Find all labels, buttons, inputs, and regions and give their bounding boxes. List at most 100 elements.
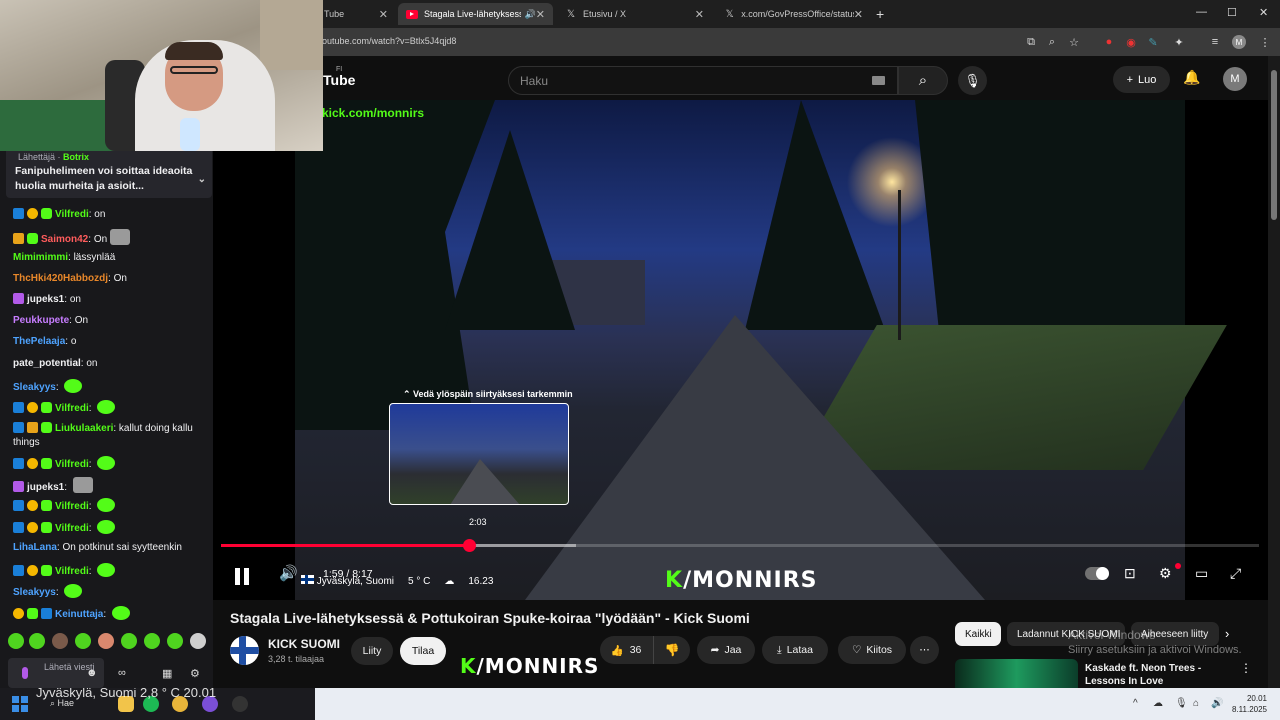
network-icon[interactable]: ⌂ [1193, 698, 1199, 709]
channel-name[interactable]: KICK SUOMI [268, 637, 340, 651]
zoom-icon[interactable]: ⌕ [1045, 35, 1059, 49]
extension-icon[interactable]: ● [1102, 35, 1116, 49]
chip-all[interactable]: Kaikki [955, 622, 1001, 646]
chat-badge-icon[interactable] [27, 522, 38, 533]
tab-x-home[interactable]: 𝕏 Etusivu / X ✕ [557, 3, 712, 25]
chevron-up-icon[interactable]: ^ [1133, 698, 1138, 709]
chat-badge-icon[interactable] [13, 458, 24, 469]
volume-icon[interactable]: 🔊 [279, 564, 298, 582]
puzzle-icon[interactable]: ✦ [1172, 35, 1186, 49]
chat-badge-icon[interactable] [13, 522, 24, 533]
menu-icon[interactable]: ⋮ [1258, 35, 1272, 49]
pinned-message[interactable]: Lähettäjä · Botrix Fanipuhelimeen voi so… [6, 146, 212, 198]
emote-icon[interactable] [144, 633, 160, 649]
maximize-icon[interactable]: ☐ [1227, 6, 1237, 19]
chat-username[interactable]: Vilfredi [55, 501, 89, 512]
chat-badge-icon[interactable] [27, 422, 38, 433]
emote-icon[interactable] [75, 633, 91, 649]
speaker-icon[interactable]: 🔊 [525, 9, 536, 20]
chat-username[interactable]: Vilfredi [55, 403, 89, 414]
keyboard-icon[interactable] [872, 76, 885, 85]
chat-badge-icon[interactable] [27, 233, 38, 244]
chat-badge-icon[interactable] [41, 522, 52, 533]
chevron-down-icon[interactable]: ⌄ [198, 172, 206, 187]
emoji-icon[interactable]: ☻ [86, 667, 98, 679]
chat-badge-icon[interactable] [27, 500, 38, 511]
youtube-logo[interactable]: Tube [323, 72, 355, 88]
app-icon[interactable] [232, 696, 248, 712]
onedrive-icon[interactable]: ☁ [1153, 698, 1163, 709]
close-icon[interactable]: ✕ [695, 8, 704, 21]
bookmark-star-icon[interactable]: ☆ [1067, 35, 1081, 49]
chat-badge-icon[interactable] [13, 208, 24, 219]
system-clock[interactable]: 20.01 8.11.2025 [1232, 693, 1267, 715]
chat-username[interactable]: Vilfredi [55, 566, 89, 577]
chat-badge-icon[interactable] [41, 208, 52, 219]
recommended-thumbnail[interactable] [955, 659, 1078, 688]
chat-badge-icon[interactable] [13, 481, 24, 492]
chat-badge-icon[interactable] [27, 565, 38, 576]
close-window-icon[interactable]: ✕ [1259, 6, 1268, 19]
chat-badge-icon[interactable] [13, 422, 24, 433]
join-button[interactable]: Liity [351, 637, 393, 665]
chat-badge-icon[interactable] [13, 233, 24, 244]
avatar[interactable]: M [1223, 67, 1247, 91]
tab-x-status[interactable]: 𝕏 x.com/GovPressOffice/status/1! ✕ [716, 3, 871, 25]
pause-button[interactable] [231, 565, 253, 587]
chat-username[interactable]: jupeks1 [27, 294, 64, 305]
chat-username[interactable]: Sleakyys [13, 587, 56, 598]
chat-username[interactable]: Sleakyys [13, 382, 56, 393]
theater-mode-icon[interactable]: ▭ [1195, 565, 1208, 582]
emote-icon[interactable] [121, 633, 137, 649]
chat-badge-icon[interactable] [13, 500, 24, 511]
video-player[interactable]: ⌃ Vedä ylöspäin siirtyäksesi tarkemmin 2… [213, 100, 1268, 600]
emote-icon[interactable] [8, 633, 24, 649]
extension-icon[interactable]: ◉ [1124, 35, 1138, 49]
chat-badge-icon[interactable] [13, 565, 24, 576]
more-actions-button[interactable]: ⋯ [910, 636, 939, 664]
reading-list-icon[interactable]: ≡ [1208, 35, 1222, 49]
minimize-icon[interactable]: — [1196, 6, 1207, 18]
scrubber-handle[interactable] [463, 539, 477, 552]
emote-icon[interactable] [29, 633, 45, 649]
gear-icon[interactable]: ⚙ [1159, 565, 1172, 582]
chat-badge-icon[interactable] [41, 422, 52, 433]
chat-badge-icon[interactable] [27, 402, 38, 413]
page-scrollbar[interactable] [1268, 56, 1280, 688]
dislike-button[interactable]: 👎 [653, 636, 690, 664]
like-button[interactable]: 👍 36 [600, 636, 652, 664]
chat-badge-icon[interactable] [41, 458, 52, 469]
chat-badge-icon[interactable] [41, 565, 52, 576]
infinity-icon[interactable]: ∞ [118, 667, 126, 679]
chat-username[interactable]: jupeks1 [27, 482, 64, 493]
download-button[interactable]: ⤓ Lataa [762, 636, 828, 664]
microphone-icon[interactable]: 🎙 [1175, 698, 1188, 709]
close-icon[interactable]: ✕ [379, 8, 388, 21]
chat-badge-icon[interactable] [41, 608, 52, 619]
fullscreen-icon[interactable]: ⤢ [1230, 565, 1241, 582]
chat-badge-icon[interactable] [27, 208, 38, 219]
subscribe-button[interactable]: Tilaa [400, 637, 446, 665]
chat-username[interactable]: Vilfredi [55, 209, 89, 220]
chat-username[interactable]: LihaLana [13, 542, 57, 553]
chat-badge-icon[interactable] [27, 608, 38, 619]
share-button[interactable]: ➦ Jaa [697, 636, 755, 664]
chat-username[interactable]: Mimimimmi [13, 252, 68, 263]
close-icon[interactable]: ✕ [536, 8, 545, 21]
tab-youtube-active[interactable]: Stagala Live-lähetyksessä & 🔊 ✕ [398, 3, 553, 25]
new-tab-icon[interactable]: + [876, 6, 884, 22]
search-input[interactable]: Haku [508, 66, 898, 95]
channel-avatar[interactable] [230, 636, 259, 665]
chat-username[interactable]: Keinuttaja [55, 609, 103, 620]
chat-username[interactable]: Liukulaakeri [55, 423, 113, 434]
speaker-icon[interactable]: 🔊 [1211, 698, 1223, 709]
emote-icon[interactable] [167, 633, 183, 649]
emote-icon[interactable] [52, 633, 68, 649]
chat-badge-icon[interactable] [13, 402, 24, 413]
extension-icon[interactable]: ✎ [1146, 35, 1160, 49]
emote-icon[interactable] [190, 633, 206, 649]
profile-avatar[interactable]: M [1232, 35, 1246, 49]
autoplay-toggle[interactable] [1085, 567, 1109, 580]
store-icon[interactable]: ▦ [162, 667, 172, 680]
chat-badge-icon[interactable] [13, 293, 24, 304]
